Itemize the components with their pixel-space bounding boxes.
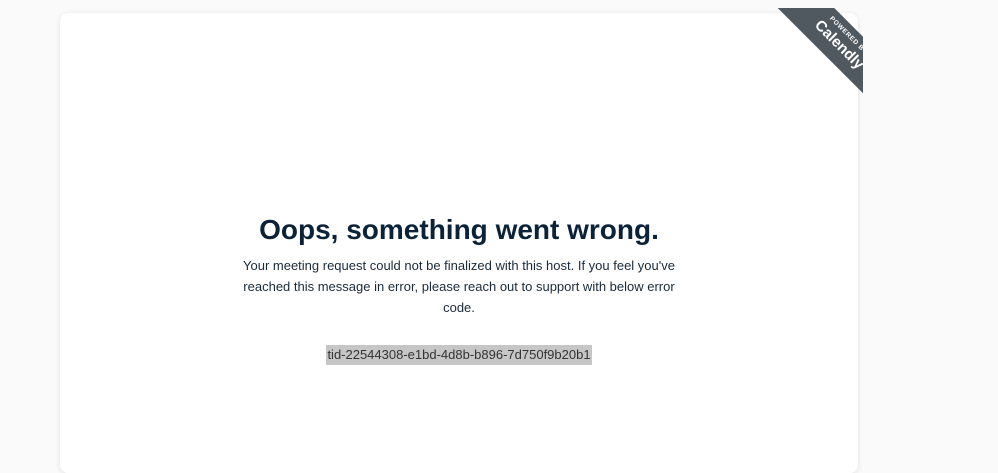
error-title: Oops, something went wrong. bbox=[259, 214, 659, 245]
calendly-logo-text: Calendly bbox=[811, 16, 863, 73]
powered-by-badge[interactable]: POWERED BY Calendly bbox=[758, 8, 863, 113]
error-content: Oops, something went wrong. Your meeting… bbox=[60, 213, 858, 365]
calendly-ribbon[interactable]: POWERED BY Calendly bbox=[766, 8, 863, 113]
error-message: Your meeting request could not be finali… bbox=[243, 258, 675, 315]
error-code[interactable]: tid-22544308-e1bd-4d8b-b896-7d750f9b20b1 bbox=[326, 345, 592, 365]
error-card: Oops, something went wrong. Your meeting… bbox=[60, 13, 858, 473]
